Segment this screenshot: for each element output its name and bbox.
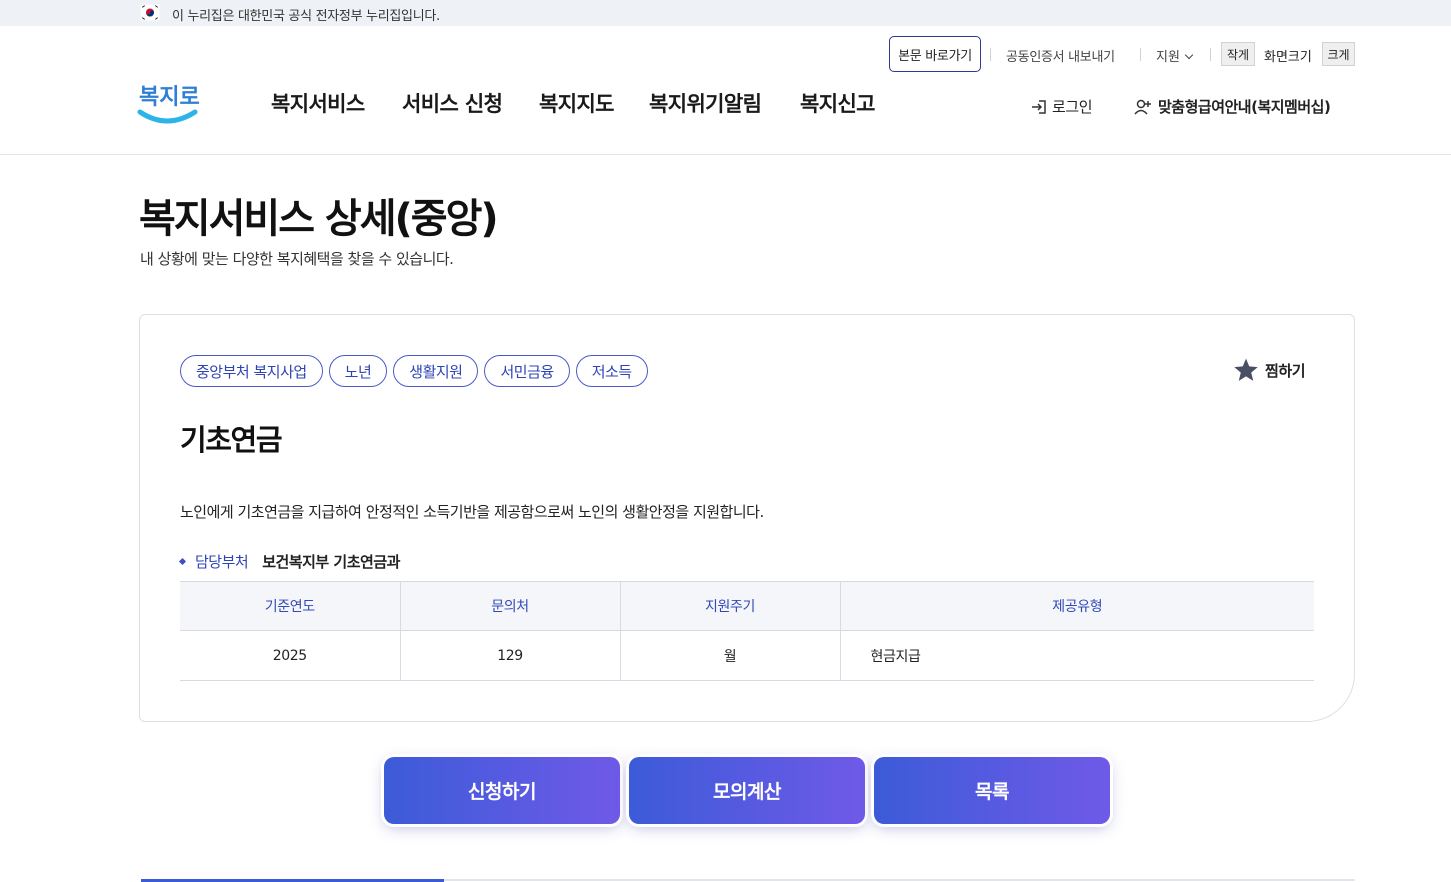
favorite-label: 찜하기 [1265,361,1306,380]
table-header-row: 기준연도 문의처 지원주기 제공유형 [180,581,1314,631]
tag-living-support[interactable]: 생활지원 [393,355,479,387]
cell-contact: 129 [399,630,620,681]
skip-to-content-button[interactable]: 본문 바로가기 [889,36,981,72]
department-label: 담당부처 [195,553,249,571]
logo-text: 복지로 [139,85,200,110]
tag-list: 중앙부처 복지사업 노년 생활지원 서민금융 저소득 [180,355,648,387]
tag-finance[interactable]: 서민금융 [484,355,570,387]
service-info-table: 기준연도 문의처 지원주기 제공유형 2025 129 월 현금지급 [180,581,1314,681]
bokjiro-logo-icon: 복지로 [137,85,200,124]
bullet-icon [178,557,187,566]
login-label: 로그인 [1052,98,1093,116]
nav-welfare-report[interactable]: 복지신고 [800,88,875,118]
header-support-cycle: 지원주기 [619,581,840,631]
support-dropdown-label: 지원 [1156,50,1180,65]
cell-support-cycle: 월 [619,630,840,681]
department-row: 담당부처 보건복지부 기초연금과 [178,551,400,572]
tag-central-ministry[interactable]: 중앙부처 복지사업 [180,355,323,387]
gov-banner-text: 이 누리집은 대한민국 공식 전자정부 누리집입니다. [172,9,440,24]
divider [990,48,991,61]
tag-senior[interactable]: 노년 [328,355,388,387]
apply-button[interactable]: 신청하기 [384,757,620,824]
user-add-icon [1134,99,1151,115]
favorite-button[interactable]: 찜하기 [1233,357,1306,383]
service-description: 노인에게 기초연금을 지급하여 안정적인 소득기반을 제공함으로써 노인의 생활… [180,503,764,521]
cell-base-year: 2025 [180,630,400,681]
page-subtitle: 내 상황에 맞는 다양한 복지혜택을 찾을 수 있습니다. [140,250,454,268]
tag-low-income[interactable]: 저소득 [575,355,648,387]
membership-label: 맞춤형급여안내(복지멤버십) [1158,98,1331,116]
font-size-large-button[interactable]: 크게 [1322,42,1355,66]
cell-provision-type: 현금지급 [839,630,1314,681]
service-title: 기초연금 [180,423,283,457]
cert-export-link[interactable]: 공동인증서 내보내기 [1006,46,1115,65]
font-size-small-button[interactable]: 작게 [1221,42,1255,66]
nav-welfare-service[interactable]: 복지서비스 [271,88,365,118]
gov-banner: 이 누리집은 대한민국 공식 전자정부 누리집입니다. [0,0,1451,26]
star-icon [1234,358,1258,381]
header-contact: 문의처 [399,581,620,631]
korea-flag-icon [140,4,160,21]
department-value: 보건복지부 기초연금과 [262,553,400,571]
list-button[interactable]: 목록 [874,757,1110,824]
login-icon [1032,99,1046,114]
table-row: 2025 129 월 현금지급 [180,630,1314,681]
nav-crisis-alert[interactable]: 복지위기알림 [649,88,762,118]
support-dropdown[interactable]: 지원 [1156,46,1194,65]
font-size-label: 화면크기 [1264,50,1312,65]
login-link[interactable]: 로그인 [1030,96,1093,117]
site-header: 본문 바로가기 공동인증서 내보내기 지원 작게 화면크기 크게 복지로 복지서… [0,26,1451,155]
membership-link[interactable]: 맞춤형급여안내(복지멤버십) [1133,96,1331,117]
chevron-down-icon [1184,50,1194,60]
nav-welfare-map[interactable]: 복지지도 [539,88,614,118]
nav-service-apply[interactable]: 서비스 신청 [402,88,503,118]
logo[interactable]: 복지로 [137,74,201,128]
divider [1210,48,1211,61]
service-detail-card: 중앙부처 복지사업 노년 생활지원 서민금융 저소득 찜하기 기초연금 노인에게… [139,314,1355,722]
divider [1140,48,1141,61]
page-title: 복지서비스 상세(중앙) [139,196,499,242]
header-base-year: 기준연도 [180,581,400,631]
simulate-button[interactable]: 모의계산 [629,757,865,824]
header-provision-type: 제공유형 [839,581,1314,631]
